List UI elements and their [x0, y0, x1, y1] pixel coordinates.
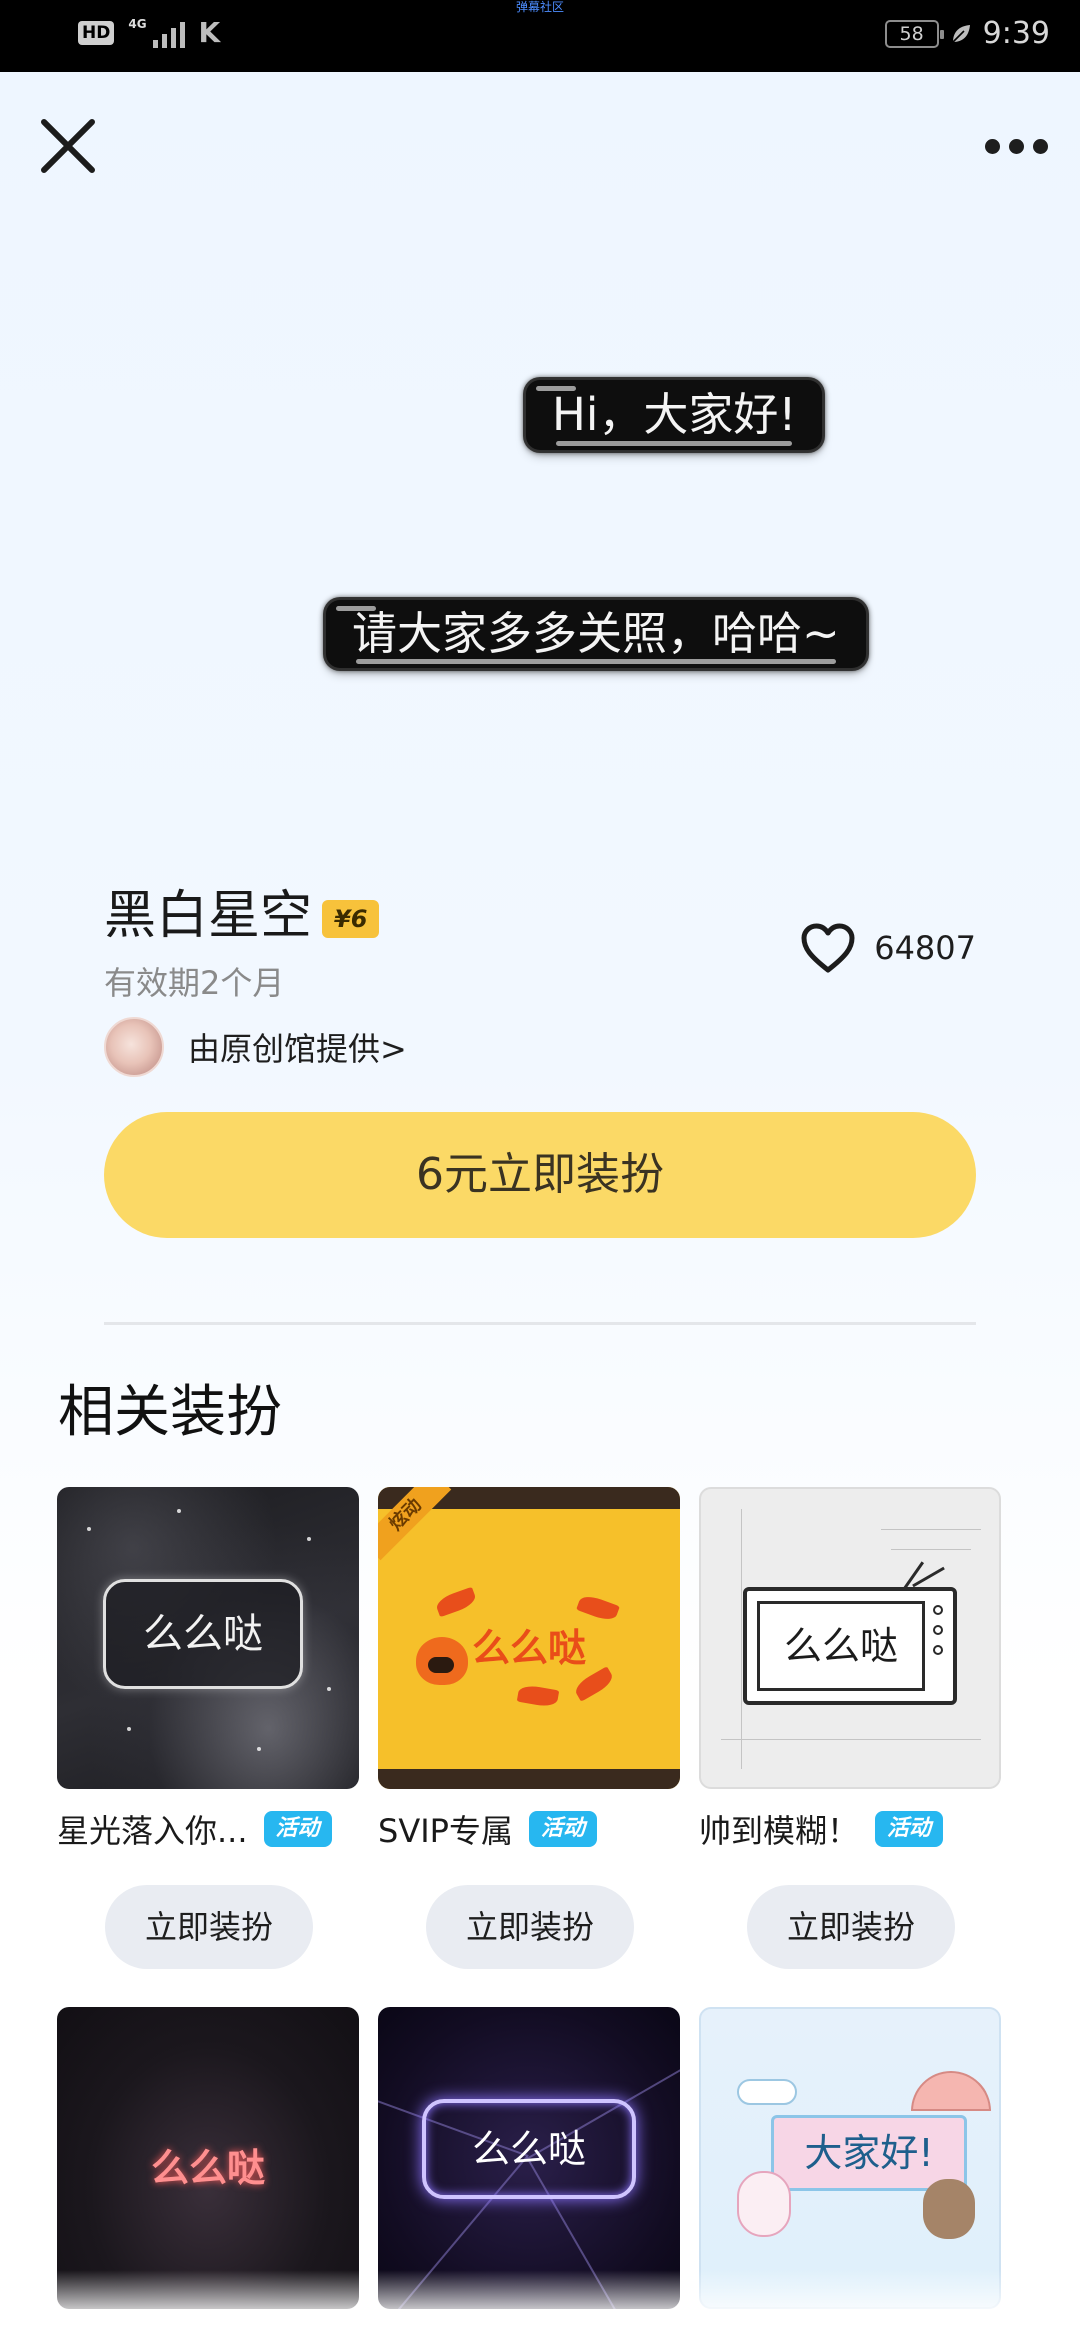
umbrella-icon [911, 2071, 991, 2111]
signal-icon: 4G [128, 17, 185, 48]
bottom-fade [0, 2270, 1080, 2340]
activity-tag: 活动 [528, 1811, 597, 1847]
product-name: 黑白星空 [104, 886, 313, 946]
activity-tag: 活动 [263, 1811, 332, 1847]
status-bar-right: 58 9:39 [884, 14, 1050, 54]
close-icon [41, 119, 95, 173]
more-icon [984, 138, 1000, 154]
network-type: 4G [128, 17, 147, 31]
price-badge: ¥6 [322, 900, 380, 938]
thumb-bubble-text: 么么哒 [422, 2099, 636, 2199]
card-title: 星光落入你... [57, 1812, 248, 1850]
provider-avatar [104, 1017, 164, 1077]
bunny-icon [737, 2171, 791, 2237]
related-card-1: 么么哒 星光落入你... 活动 立即装扮 [57, 1487, 359, 1969]
preview-bubble-2: 请大家多多关照，哈哈~ [326, 600, 866, 668]
related-thumb-4[interactable]: 么么哒 [57, 2007, 359, 2309]
related-thumb-5[interactable]: 么么哒 [378, 2007, 680, 2309]
related-section-title: 相关装扮 [58, 1380, 282, 1445]
provider-text: 由原创馆提供> [188, 1030, 407, 1068]
like-count: 64807 [874, 929, 976, 967]
related-thumb-2[interactable]: 炫动 么么哒 [378, 1487, 680, 1789]
card-title-row: 星光落入你... 活动 [57, 1807, 377, 1851]
screen: 弹幕社区 HD 4G K 58 9:39 Hi，大家好! 请大家多多关照，哈哈~… [0, 0, 1080, 2340]
divider [104, 1322, 976, 1325]
close-button[interactable] [38, 116, 98, 176]
like-button[interactable]: 64807 [800, 922, 976, 974]
provider-link[interactable]: 由原创馆提供> [104, 1016, 407, 1078]
app-notification-icon: K [198, 16, 221, 49]
cloud-icon [737, 2079, 797, 2105]
validity-text: 有效期2个月 [104, 964, 285, 1002]
related-card-6: 大家好! [699, 2007, 1001, 2309]
tv-frame: 么么哒 [743, 1587, 957, 1705]
related-thumb-6[interactable]: 大家好! [699, 2007, 1001, 2309]
related-card-3: 么么哒 帅到模糊！ 活动 立即装扮 [699, 1487, 1001, 1969]
thumb-bubble-text: 么么哒 [757, 1601, 925, 1691]
card-title-row: 帅到模糊！ 活动 [699, 1807, 1019, 1851]
activity-tag: 活动 [875, 1811, 944, 1847]
clock: 9:39 [982, 16, 1050, 51]
related-card-4: 么么哒 [57, 2007, 359, 2309]
card-title-row: SVIP专属 活动 [378, 1807, 698, 1851]
related-card-2: 炫动 么么哒 SVIP专属 活动 立即装扮 [378, 1487, 680, 1969]
status-bar: 弹幕社区 HD 4G K 58 9:39 [0, 0, 1080, 72]
related-card-5: 么么哒 [378, 2007, 680, 2309]
leaf-icon [952, 25, 970, 43]
apply-now-button[interactable]: 6元立即装扮 [104, 1112, 976, 1238]
thumb-bubble-text: 么么哒 [103, 1579, 303, 1689]
card-apply-button[interactable]: 立即装扮 [747, 1885, 955, 1969]
thumb-bubble-text: 么么哒 [471, 1626, 586, 1670]
battery-icon: 58 [884, 20, 944, 48]
card-apply-button[interactable]: 立即装扮 [105, 1885, 313, 1969]
related-thumb-3[interactable]: 么么哒 [699, 1487, 1001, 1789]
hd-badge: HD [78, 21, 115, 45]
bear-icon [923, 2179, 975, 2239]
card-apply-button[interactable]: 立即装扮 [426, 1885, 634, 1969]
status-bar-carrier-label: 弹幕社区 [515, 0, 564, 14]
heart-icon [801, 923, 855, 973]
card-title: 帅到模糊！ [699, 1812, 860, 1850]
card-title: SVIP专属 [378, 1812, 513, 1850]
preview-bubble-1: Hi，大家好! [526, 380, 823, 450]
thumb-bubble-text: 么么哒 [150, 2146, 265, 2190]
related-thumb-1[interactable]: 么么哒 [57, 1487, 359, 1789]
status-bar-left: HD 4G K [78, 18, 220, 48]
more-options-button[interactable] [976, 126, 1056, 166]
